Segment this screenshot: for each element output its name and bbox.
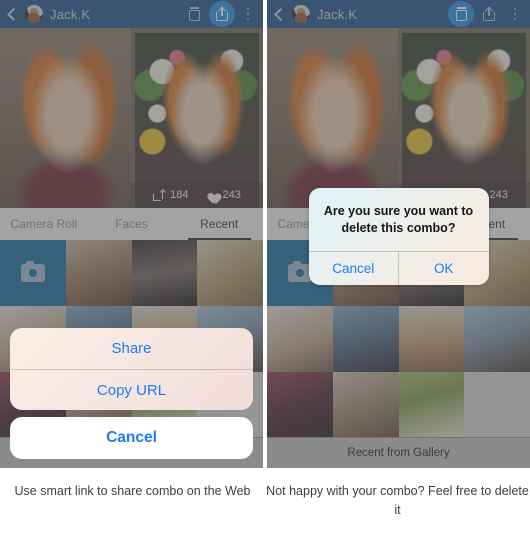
dialog-message: Are you sure you want to delete this com… [323, 204, 474, 236]
right-bottom-bar: Recent from Gallery [267, 438, 530, 468]
dialog-cancel-button[interactable]: Cancel [309, 252, 399, 285]
left-caption: Use smart link to share combo on the Web [14, 484, 251, 498]
screenshot-stage: Jack.K [0, 0, 530, 540]
action-sheet-cancel-button[interactable]: Cancel [10, 417, 253, 459]
delete-confirmation-dialog: Are you sure you want to delete this com… [308, 188, 489, 285]
dialog-ok-button[interactable]: OK [398, 251, 489, 285]
share-action-sheet: Share Copy URL Cancel [10, 328, 253, 459]
copy-url-option[interactable]: Copy URL [10, 369, 253, 410]
panels-container: Jack.K [0, 0, 530, 468]
right-phone-panel: Jack.K [267, 0, 530, 468]
left-phone-panel: Jack.K [0, 0, 263, 468]
bottom-bar-label: Recent from Gallery [347, 447, 450, 459]
action-sheet-options: Share Copy URL [10, 328, 253, 410]
captions-row: Use smart link to share combo on the Web… [0, 468, 530, 540]
dialog-actions: Cancel OK [308, 250, 489, 285]
share-option[interactable]: Share [10, 328, 253, 369]
right-caption: Not happy with your combo? Feel free to … [266, 484, 529, 518]
